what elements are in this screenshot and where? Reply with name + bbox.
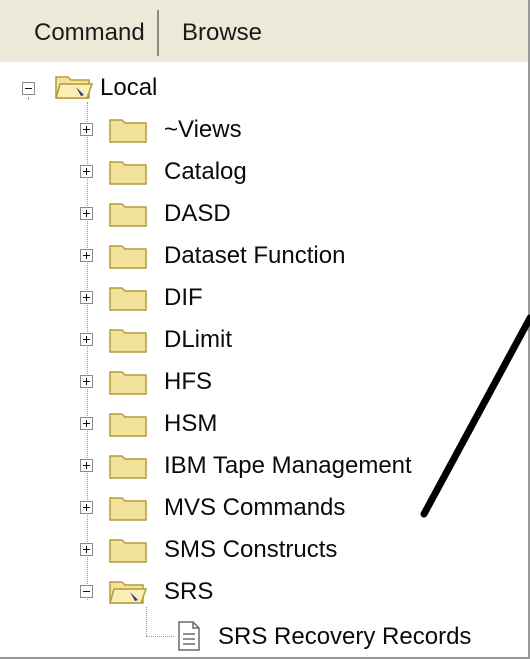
- folder-open-icon: [55, 76, 94, 99]
- tree-item-catalog[interactable]: Catalog: [164, 157, 247, 187]
- tree-item-dasd[interactable]: DASD: [164, 199, 231, 229]
- folder-icon: [109, 413, 147, 437]
- expand-dasd-icon[interactable]: [80, 207, 93, 220]
- folder-open-icon: [109, 581, 148, 604]
- tree-item-srs-recovery-records[interactable]: SRS Recovery Records: [218, 622, 471, 652]
- tree-item-local[interactable]: Local: [100, 73, 157, 103]
- tree-item-srs[interactable]: SRS: [164, 577, 213, 607]
- tree-item-mvs-commands[interactable]: MVS Commands: [164, 493, 345, 523]
- expand-mvs-commands-icon[interactable]: [80, 501, 93, 514]
- tree-item-sms-constructs[interactable]: SMS Constructs: [164, 535, 337, 565]
- folder-icon: [109, 119, 147, 143]
- tree-item-dif[interactable]: DIF: [164, 283, 203, 313]
- tab-bar: Command Browse: [0, 0, 528, 63]
- tree-item-hfs[interactable]: HFS: [164, 367, 212, 397]
- collapse-local-icon[interactable]: [22, 82, 35, 95]
- expand-sms-constructs-icon[interactable]: [80, 543, 93, 556]
- folder-icon: [109, 245, 147, 269]
- expand-dataset-function-icon[interactable]: [80, 249, 93, 262]
- explorer-panel: Command Browse Local ~Views Catalog DASD…: [0, 0, 530, 659]
- tree-connector: [146, 636, 174, 637]
- folder-icon: [109, 371, 147, 395]
- tree-item-dataset-function[interactable]: Dataset Function: [164, 241, 345, 271]
- expand-hfs-icon[interactable]: [80, 375, 93, 388]
- expand-ibm-tape-management-icon[interactable]: [80, 459, 93, 472]
- folder-icon: [109, 539, 147, 563]
- expand-dlimit-icon[interactable]: [80, 333, 93, 346]
- tree-connector: [28, 97, 29, 99]
- collapse-srs-icon[interactable]: [80, 585, 93, 598]
- expand-hsm-icon[interactable]: [80, 417, 93, 430]
- folder-icon: [109, 497, 147, 521]
- tree-item-views[interactable]: ~Views: [164, 115, 242, 145]
- folder-icon: [109, 455, 147, 479]
- tree-item-dlimit[interactable]: DLimit: [164, 325, 232, 355]
- tab-browse[interactable]: Browse: [170, 10, 274, 56]
- expand-dif-icon[interactable]: [80, 291, 93, 304]
- expand-views-icon[interactable]: [80, 123, 93, 136]
- document-icon: [178, 621, 200, 651]
- folder-icon: [109, 161, 147, 185]
- tree-connector: [146, 607, 147, 636]
- folder-icon: [109, 329, 147, 353]
- folder-icon: [109, 203, 147, 227]
- tree-item-hsm[interactable]: HSM: [164, 409, 217, 439]
- expand-catalog-icon[interactable]: [80, 165, 93, 178]
- tree-item-ibm-tape-management[interactable]: IBM Tape Management: [164, 451, 412, 481]
- folder-icon: [109, 287, 147, 311]
- tab-command[interactable]: Command: [20, 10, 159, 56]
- navigation-tree: Local ~Views Catalog DASD Dataset Functi…: [0, 62, 528, 657]
